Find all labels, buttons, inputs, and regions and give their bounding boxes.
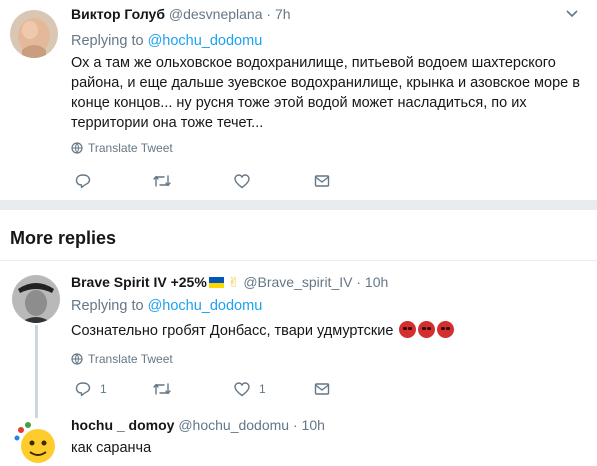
timestamp[interactable]: 7h: [275, 6, 291, 22]
retweet-button[interactable]: [152, 172, 172, 190]
chevron-down-icon[interactable]: [565, 8, 579, 22]
direct-message-button[interactable]: [313, 380, 331, 398]
avatar-image: [12, 275, 60, 323]
tweet-text-line: конце концов... ну русня тоже этой водой…: [71, 95, 527, 111]
reply-count: 1: [100, 382, 107, 396]
tweet-text-line: Ох а там же ольховское водохранилище, пи…: [71, 55, 556, 71]
globe-icon: [71, 353, 83, 365]
translate-tweet-link[interactable]: Translate Tweet: [71, 141, 173, 155]
tweet-viktor[interactable]: Виктор Голуб @desvneplana · 7h Replying …: [0, 0, 597, 200]
like-icon: [234, 382, 250, 397]
author-handle[interactable]: @hochu_dodomu: [178, 417, 289, 433]
like-count: 1: [259, 382, 266, 396]
retweet-icon: [153, 383, 171, 395]
separator-dot: ·: [356, 274, 362, 290]
message-icon: [314, 175, 330, 187]
ukraine-flag-icon: [208, 277, 224, 288]
victory-hand-icon: ✌: [227, 274, 240, 290]
message-icon: [314, 383, 330, 395]
angry-face-emoji: [399, 321, 417, 338]
avatar-image: [10, 10, 58, 58]
timestamp[interactable]: 10h: [365, 274, 388, 290]
avatar[interactable]: [12, 275, 60, 323]
tweet-text-line: района, и еще дальше зуевское водохранил…: [71, 75, 580, 91]
tweet-text-content: Сознательно гробят Донбасс, твари удмурт…: [71, 323, 394, 339]
avatar[interactable]: [12, 418, 60, 466]
tweet-text-line: территории она тоже течет...: [71, 115, 264, 131]
tweet-brave-spirit[interactable]: Brave Spirit IV +25% ✌ @Brave_spirit_IV …: [0, 261, 597, 406]
tweet-text: Сознательно гробят Донбасс, твари удмурт…: [71, 321, 455, 341]
translate-label[interactable]: Translate Tweet: [88, 352, 173, 366]
tweet-text-content: как саранча: [71, 440, 152, 456]
angry-face-emoji: [418, 321, 436, 338]
angry-face-emoji: [437, 321, 455, 338]
like-button[interactable]: 1: [233, 380, 266, 398]
direct-message-button[interactable]: [313, 172, 331, 190]
replying-to: Replying to @hochu_dodomu: [71, 33, 262, 49]
translate-tweet-link[interactable]: Translate Tweet: [71, 352, 173, 366]
section-separator: [0, 200, 597, 210]
replying-mention-link[interactable]: @hochu_dodomu: [148, 33, 263, 49]
author-handle[interactable]: @Brave_spirit_IV: [243, 274, 352, 290]
tweet-hochu-domoy[interactable]: hochu _ domoy @hochu_dodomu · 10h как са…: [0, 406, 597, 466]
avatar-image: [12, 418, 60, 466]
globe-icon: [71, 142, 83, 154]
tweet-actions: [71, 172, 341, 192]
replying-to: Replying to @hochu_dodomu: [71, 298, 262, 314]
author-handle[interactable]: @desvneplana: [169, 6, 263, 22]
separator-dot: ·: [292, 417, 298, 433]
more-replies-heading: More replies: [10, 228, 117, 248]
author-name[interactable]: Brave Spirit IV +25%: [71, 274, 207, 290]
tweet-header: Виктор Голуб @desvneplana · 7h: [71, 6, 291, 22]
replying-prefix: Replying to: [71, 33, 144, 49]
tweet-header: Brave Spirit IV +25% ✌ @Brave_spirit_IV …: [71, 274, 388, 291]
reply-button[interactable]: 1: [74, 380, 107, 398]
tweet-actions: 1 1: [71, 380, 341, 400]
author-name[interactable]: Виктор Голуб: [71, 6, 165, 22]
like-button[interactable]: [233, 172, 251, 190]
author-name[interactable]: hochu _ domoy: [71, 417, 174, 433]
avatar[interactable]: [10, 10, 58, 58]
replying-prefix: Replying to: [71, 298, 144, 314]
tweet-text: Ох а там же ольховское водохранилище, пи…: [71, 53, 580, 133]
reply-icon: [75, 382, 91, 397]
like-icon: [234, 174, 250, 189]
timestamp[interactable]: 10h: [302, 417, 325, 433]
reply-button[interactable]: [74, 172, 92, 190]
separator-dot: ·: [266, 6, 272, 22]
retweet-button[interactable]: [152, 380, 172, 398]
translate-label[interactable]: Translate Tweet: [88, 141, 173, 155]
tweet-text: как саранча: [71, 438, 151, 458]
tweet-header: hochu _ domoy @hochu_dodomu · 10h: [71, 417, 325, 433]
replying-mention-link[interactable]: @hochu_dodomu: [148, 298, 263, 314]
reply-icon: [75, 174, 91, 189]
retweet-icon: [153, 175, 171, 187]
